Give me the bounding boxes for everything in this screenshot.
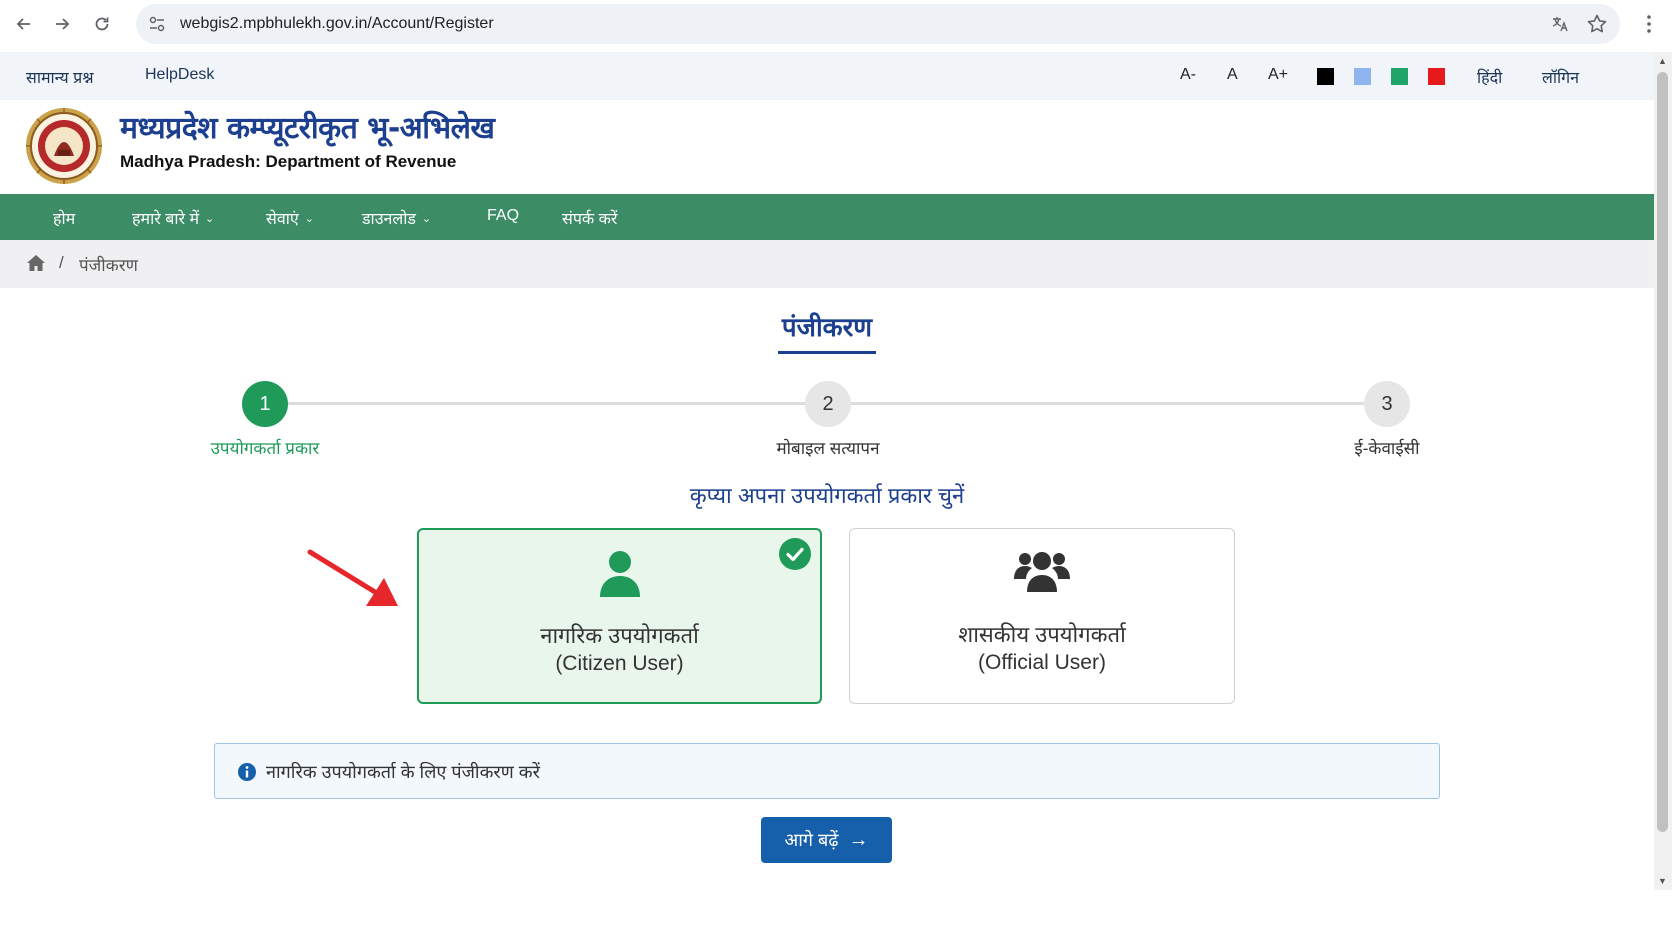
breadcrumb: / पंजीकरण [0, 240, 1654, 288]
language-toggle[interactable]: हिंदी [1477, 66, 1502, 88]
faq-link[interactable]: सामान्य प्रश्न [26, 66, 94, 88]
site-title-hindi: मध्यप्रदेश कम्प्यूटरीकृत भू-अभिलेख [120, 111, 495, 146]
nav-item-label: डाउनलोड [362, 211, 416, 228]
scroll-down-icon[interactable]: ▼ [1658, 876, 1667, 886]
step-1-circle: 1 [242, 381, 288, 427]
step-1-label: उपयोगकर्ता प्रकार [210, 439, 320, 458]
user-icon [599, 551, 640, 597]
nav-item-services[interactable]: सेवाएं ⌄ [266, 207, 314, 229]
address-bar[interactable]: webgis2.mpbhulekh.gov.in/Account/Registe… [136, 4, 1620, 44]
citizen-user-card[interactable]: नागरिक उपयोगकर्ता (Citizen User) [417, 528, 822, 704]
nav-item-download[interactable]: डाउनलोड ⌄ [362, 207, 431, 229]
nav-item-home[interactable]: होम [53, 207, 75, 229]
stepper-line [851, 402, 1387, 405]
page-viewport: सामान्य प्रश्न HelpDesk A- A A+ हिंदी लॉ… [0, 52, 1654, 890]
nav-item-label: सेवाएं [266, 211, 299, 228]
font-increase-button[interactable]: A+ [1268, 66, 1288, 84]
page-scrollbar[interactable]: ▲ ▼ [1654, 52, 1672, 890]
scroll-up-icon[interactable]: ▲ [1658, 56, 1667, 66]
font-decrease-button[interactable]: A- [1180, 66, 1196, 84]
step-2-circle: 2 [805, 381, 851, 427]
scrollbar-thumb[interactable] [1657, 72, 1668, 832]
nav-item-label: संपर्क करें [562, 211, 618, 228]
citizen-user-title: नागरिक उपयोगकर्ता [540, 623, 699, 648]
title-underline [778, 351, 876, 354]
font-normal-button[interactable]: A [1227, 66, 1238, 84]
bookmark-star-icon[interactable] [1586, 13, 1608, 35]
site-title-english: Madhya Pradesh: Department of Revenue [120, 152, 457, 171]
citizen-user-subtitle: (Citizen User) [555, 652, 684, 675]
theme-blue-swatch[interactable] [1354, 68, 1371, 85]
mp-government-emblem [26, 108, 102, 184]
theme-black-swatch[interactable] [1317, 68, 1334, 85]
chevron-down-icon: ⌄ [304, 212, 314, 225]
step-3-circle: 3 [1364, 381, 1410, 427]
chevron-down-icon: ⌄ [421, 212, 432, 225]
site-settings-icon[interactable] [148, 15, 166, 33]
info-circle-icon [238, 763, 256, 781]
site-header: मध्यप्रदेश कम्प्यूटरीकृत भू-अभिलेख Madhy… [0, 100, 1654, 186]
theme-red-swatch[interactable] [1428, 68, 1445, 85]
utility-bar: सामान्य प्रश्न HelpDesk A- A A+ हिंदी लॉ… [0, 52, 1654, 100]
nav-item-label: हमारे बारे में [132, 211, 200, 228]
login-link[interactable]: लॉगिन [1542, 66, 1579, 88]
home-icon[interactable] [26, 254, 46, 272]
nav-item-label: होम [53, 211, 76, 228]
official-user-title: शासकीय उपयोगकर्ता [958, 622, 1126, 647]
breadcrumb-separator: / [59, 253, 64, 272]
official-user-card[interactable]: शासकीय उपयोगकर्ता (Official User) [849, 528, 1235, 704]
translate-icon[interactable] [1550, 14, 1570, 34]
browser-toolbar: webgis2.mpbhulekh.gov.in/Account/Registe… [0, 0, 1672, 48]
nav-item-faq[interactable]: FAQ [487, 207, 519, 225]
users-group-icon [1014, 552, 1070, 592]
choose-user-type-prompt: कृप्या अपना उपयोगकर्ता प्रकार चुनें [689, 483, 965, 508]
registration-content: पंजीकरण 1 2 3 उपयोगकर्ता प्रकार मोबाइल स… [0, 288, 1654, 890]
next-button[interactable]: आगे बढ़ें → [761, 817, 892, 863]
theme-green-swatch[interactable] [1391, 68, 1408, 85]
official-user-subtitle: (Official User) [978, 651, 1106, 674]
reload-icon[interactable] [88, 10, 116, 38]
nav-item-contact[interactable]: संपर्क करें [562, 207, 617, 229]
red-annotation-arrow [307, 549, 398, 606]
chevron-down-icon: ⌄ [205, 212, 215, 225]
nav-item-label: FAQ [487, 207, 520, 224]
next-button-label: आगे बढ़ें [784, 830, 839, 850]
info-alert: नागरिक उपयोगकर्ता के लिए पंजीकरण करें [214, 743, 1440, 799]
arrow-right-icon: → [848, 828, 869, 851]
nav-item-about[interactable]: हमारे बारे में ⌄ [132, 207, 214, 229]
helpdesk-link[interactable]: HelpDesk [145, 66, 214, 84]
info-alert-text: नागरिक उपयोगकर्ता के लिए पंजीकरण करें [266, 762, 540, 782]
main-navigation: होम हमारे बारे में ⌄ सेवाएं ⌄ डाउनलोड ⌄ … [0, 194, 1654, 240]
browser-menu-icon[interactable] [1646, 14, 1652, 34]
checkmark-circle-icon [779, 538, 811, 570]
stepper-line [265, 402, 827, 405]
step-2-label: मोबाइल सत्यापन [776, 439, 880, 458]
forward-arrow-icon[interactable] [48, 10, 76, 38]
back-arrow-icon[interactable] [10, 10, 38, 38]
url-text[interactable]: webgis2.mpbhulekh.gov.in/Account/Registe… [180, 15, 494, 33]
page-title: पंजीकरण [781, 312, 873, 342]
breadcrumb-current: पंजीकरण [79, 256, 138, 275]
step-3-label: ई-केवाईसी [1354, 439, 1420, 458]
